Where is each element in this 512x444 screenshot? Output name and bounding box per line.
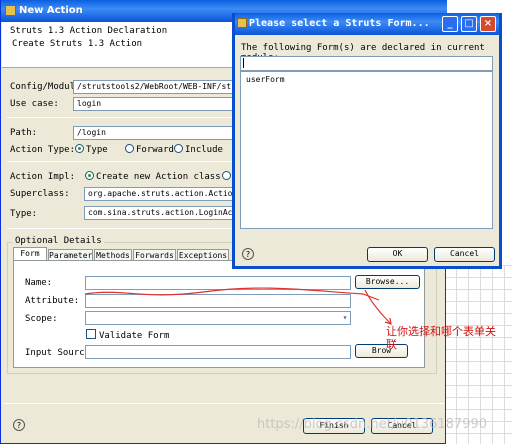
action-type-forward-radio[interactable]: Forward bbox=[125, 144, 174, 155]
use-case-label: Use case: bbox=[10, 99, 59, 109]
dialog-window-icon bbox=[237, 18, 247, 28]
action-type-label: Action Type: bbox=[10, 145, 76, 155]
action-impl-label: Action Impl: bbox=[10, 172, 76, 182]
input-source-field[interactable] bbox=[85, 345, 351, 359]
footer-divider bbox=[3, 403, 444, 404]
action-type-type-radio[interactable]: Type bbox=[75, 144, 108, 155]
name-label: Name: bbox=[25, 278, 53, 288]
path-label: Path: bbox=[10, 128, 38, 138]
minimize-icon[interactable]: _ bbox=[442, 16, 458, 32]
config-module-field[interactable]: /strutstools2/WebRoot/WEB-INF/strut bbox=[73, 80, 233, 94]
divider bbox=[7, 161, 233, 162]
divider bbox=[7, 228, 233, 229]
radio-icon bbox=[174, 144, 183, 153]
superclass-field[interactable]: org.apache.struts.action.Action bbox=[84, 187, 233, 201]
annotation-text: 让你选择和哪个表单关联 bbox=[386, 325, 496, 351]
watermark: https://blog.csdn.net/u0136187990 bbox=[257, 417, 488, 432]
header-title: Struts 1.3 Action Declaration bbox=[10, 26, 168, 36]
superclass-label: Superclass: bbox=[10, 189, 70, 199]
validate-form-checkbox[interactable]: Validate Form bbox=[86, 329, 169, 341]
tab-form[interactable]: Form bbox=[13, 247, 47, 261]
dialog-help-icon[interactable]: ? bbox=[242, 248, 254, 260]
optional-details-label: Optional Details bbox=[13, 236, 104, 246]
path-field[interactable]: /login bbox=[73, 126, 233, 140]
radio-icon bbox=[222, 171, 231, 180]
radio-icon bbox=[125, 144, 134, 153]
radio-selected-icon bbox=[85, 171, 94, 180]
use-case-field[interactable]: login bbox=[73, 97, 233, 111]
dialog-title: Please select a Struts Form... bbox=[249, 18, 430, 29]
scope-label: Scope: bbox=[25, 314, 58, 324]
dialog-cancel-button[interactable]: Cancel bbox=[434, 247, 495, 262]
form-list[interactable]: userForm bbox=[240, 71, 493, 229]
radio-selected-icon bbox=[75, 144, 84, 153]
main-title: New Action bbox=[19, 5, 83, 16]
maximize-icon[interactable]: □ bbox=[461, 16, 477, 32]
list-item[interactable]: userForm bbox=[246, 75, 285, 84]
red-arrow-annotation bbox=[364, 289, 392, 325]
attribute-label: Attribute: bbox=[25, 296, 80, 306]
filter-input[interactable] bbox=[240, 56, 493, 71]
header-subtitle: Create Struts 1.3 Action bbox=[12, 39, 143, 49]
scope-select[interactable] bbox=[85, 311, 351, 325]
checkbox-icon bbox=[86, 329, 96, 339]
type-label: Type: bbox=[10, 209, 38, 219]
type-field[interactable]: com.sina.struts.action.LoginActio bbox=[84, 206, 233, 220]
text-cursor bbox=[243, 58, 244, 68]
dialog-title-bar: Please select a Struts Form... _ □ × bbox=[235, 13, 499, 35]
ok-button[interactable]: OK bbox=[367, 247, 428, 262]
help-icon[interactable]: ? bbox=[13, 419, 25, 431]
action-type-include-radio[interactable]: Include bbox=[174, 144, 223, 155]
red-underline-annotation bbox=[84, 287, 380, 301]
create-new-action-radio[interactable]: Create new Action class bbox=[85, 171, 221, 182]
close-icon[interactable]: × bbox=[480, 16, 496, 32]
chevron-down-icon[interactable]: ▾ bbox=[340, 312, 350, 324]
window-icon bbox=[5, 5, 16, 16]
select-form-dialog: Please select a Struts Form... _ □ × The… bbox=[232, 13, 502, 269]
divider bbox=[7, 117, 233, 118]
